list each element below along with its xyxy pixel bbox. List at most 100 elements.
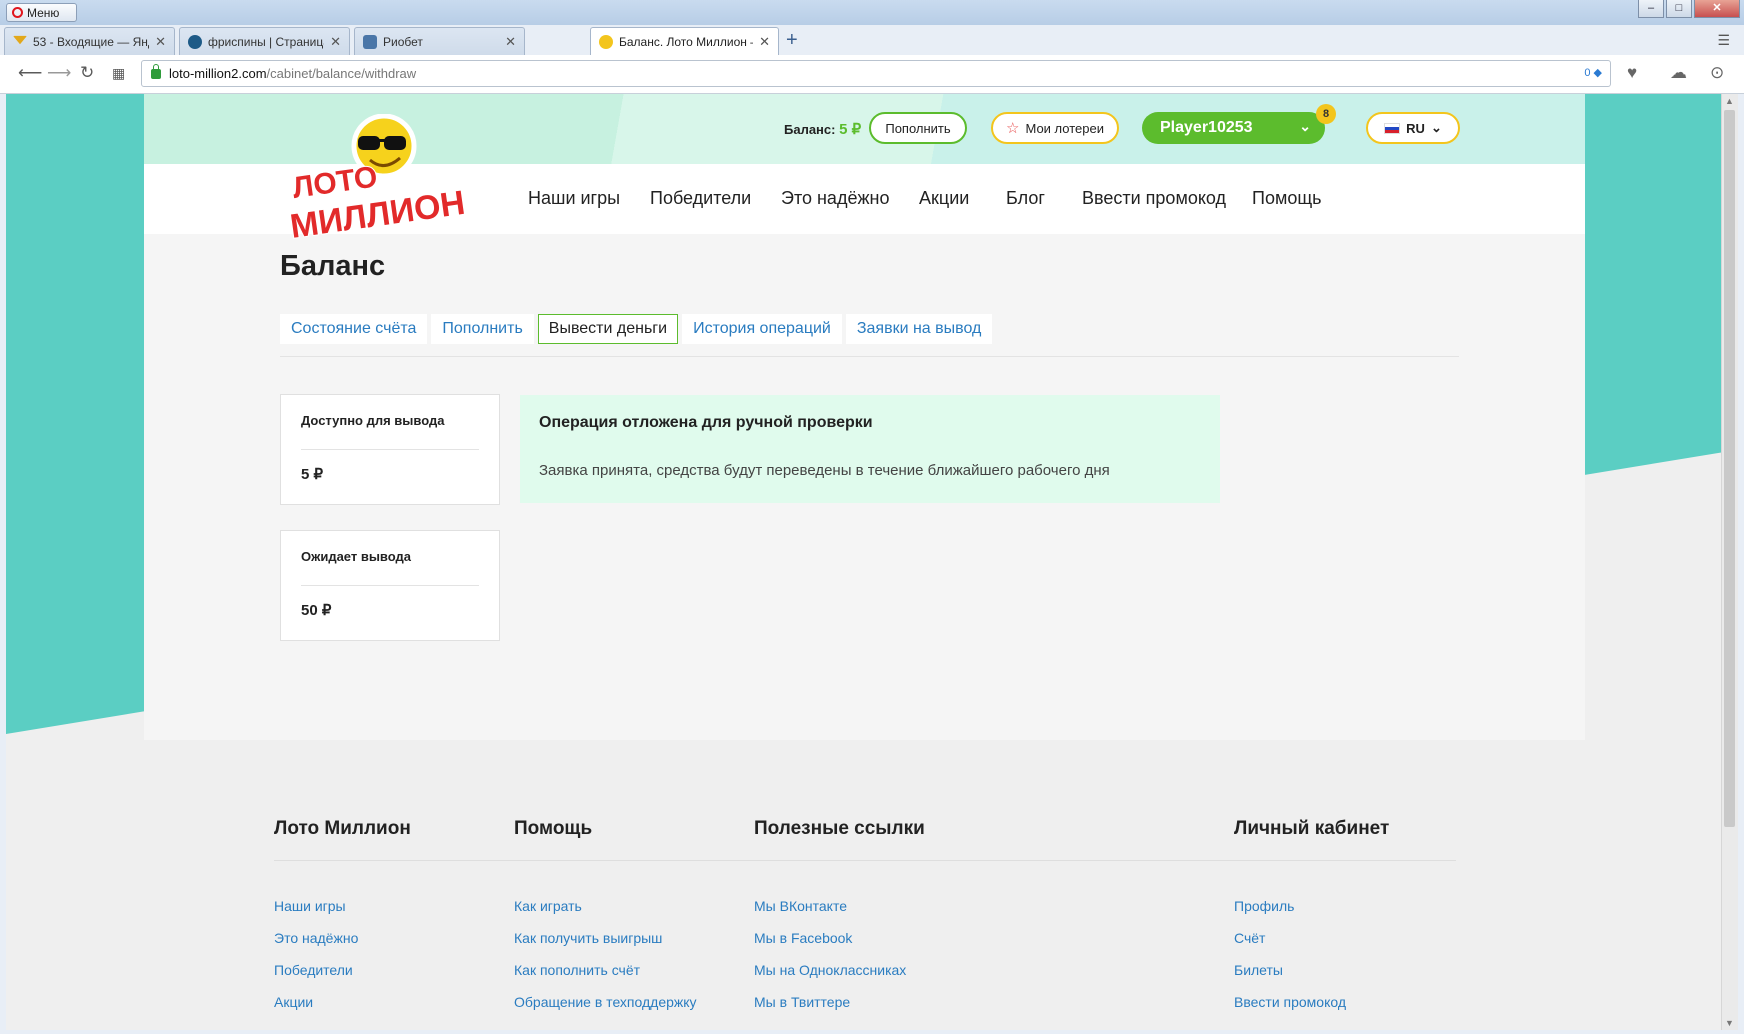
footer-heading: Помощь [514,818,593,839]
url-domain: loto-million2.com [169,66,267,81]
tab-withdraw[interactable]: Вывести деньги [537,314,679,344]
footer-link[interactable]: Профиль [1234,898,1294,914]
notification-badge[interactable]: 8 [1316,104,1336,124]
nav-winners[interactable]: Победители [650,188,751,209]
close-icon[interactable]: ✕ [1694,0,1740,18]
site-favicon-icon [188,34,202,49]
my-lotteries-label: Мои лотереи [1025,120,1104,136]
footer-link[interactable]: Как получить выигрыш [514,930,662,946]
adblock-badge[interactable]: 0 ◆ [1584,66,1602,79]
download-icon[interactable]: ⊙ [1710,63,1724,83]
tab-menu-icon[interactable]: ☰ [1717,32,1730,49]
menu-label: Меню [27,5,60,20]
footer-heading: Личный кабинет [1234,818,1390,839]
maximize-icon[interactable]: □ [1666,0,1692,18]
reload-icon[interactable]: ↻ [80,63,94,83]
card-value: 5 ₽ [301,466,324,483]
notice-text: Заявка принята, средства будут переведен… [539,462,1110,479]
footer-link[interactable]: Ввести промокод [1234,994,1346,1010]
address-bar[interactable]: loto-million2.com/cabinet/balance/withdr… [141,60,1611,87]
balance-label: Баланс: [784,122,836,137]
heart-icon[interactable]: ♥ [1627,63,1637,83]
card-value: 50 ₽ [301,602,332,619]
opera-logo-icon [12,7,23,18]
lock-icon [151,63,161,79]
footer-link[interactable]: Как пополнить счёт [514,962,640,978]
nav-help[interactable]: Помощь [1252,188,1322,209]
speed-dial-icon[interactable]: ▦ [112,65,125,82]
nav-our-games[interactable]: Наши игры [528,188,620,209]
language-label: RU [1406,120,1425,136]
minimize-icon[interactable]: – [1638,0,1664,18]
tab-loto-million[interactable]: Баланс. Лото Миллион — ✕ [590,27,779,55]
url-path: /cabinet/balance/withdraw [266,66,417,81]
tab-title: 53 - Входящие — Яндекс.Почта [33,34,149,49]
chevron-down-icon: ⌄ [1430,120,1442,135]
new-tab-button[interactable]: + [786,30,798,50]
player-menu-button[interactable]: Player10253 ⌄ [1142,112,1325,144]
topup-button[interactable]: Пополнить [869,112,967,144]
footer-link[interactable]: Это надёжно [274,930,358,946]
footer-link[interactable]: Мы ВКонтакте [754,898,847,914]
scroll-down-icon[interactable]: ▼ [1725,1018,1734,1028]
balance-tabs: Состояние счёта Пополнить Вывести деньги… [280,314,993,344]
tab-title: Риобет [383,34,423,49]
tab-close-icon[interactable]: ✕ [155,34,166,50]
card-divider [301,585,479,586]
language-selector[interactable]: RU ⌄ [1366,112,1460,144]
footer-link[interactable]: Мы в Твиттере [754,994,850,1010]
tab-history[interactable]: История операций [682,314,842,344]
vpn-icon[interactable]: ☁ [1670,63,1687,83]
card-label: Доступно для вывода [301,413,445,428]
tab-topup[interactable]: Пополнить [431,314,534,344]
nav-blog[interactable]: Блог [1006,188,1045,209]
tab-freespins[interactable]: фриспины | Страница 34 ✕ [179,27,350,55]
window-controls: – □ ✕ [1638,0,1740,18]
page-title: Баланс [280,250,386,282]
forward-icon[interactable]: ⟶ [47,63,71,83]
tab-close-icon[interactable]: ✕ [330,34,341,50]
footer-link[interactable]: Обращение в техподдержку [514,994,697,1010]
site-logo[interactable]: ЛОТО МИЛЛИОН [284,113,474,254]
divider [280,356,1459,357]
footer-link[interactable]: Счёт [1234,930,1265,946]
scroll-up-icon[interactable]: ▲ [1725,96,1734,106]
nav-reliable[interactable]: Это надёжно [781,188,889,209]
vertical-scrollbar[interactable]: ▲ ▼ [1721,94,1738,1030]
tab-account-status[interactable]: Состояние счёта [280,314,428,344]
adblock-count: 0 [1584,67,1591,79]
footer-link[interactable]: Победители [274,962,353,978]
footer-heading-cabinet: Личный кабинет [1234,818,1389,840]
tab-yandex-mail[interactable]: 53 - Входящие — Яндекс.Почта ✕ [4,27,175,55]
browser-toolbar: ⟵ ⟶ ↻ ▦ loto-million2.com/cabinet/balanc… [0,55,1744,94]
page-viewport: ЛОТО МИЛЛИОН Баланс: 5 ₽ Пополнить ☆ Мои… [6,94,1722,1030]
my-lotteries-button[interactable]: ☆ Мои лотереи [991,112,1119,144]
back-icon[interactable]: ⟵ [18,63,42,83]
opera-menu-button[interactable]: Меню [6,3,77,22]
scroll-thumb[interactable] [1724,110,1735,827]
nav-promotions[interactable]: Акции [919,188,969,209]
tab-title: фриспины | Страница 34 [208,34,324,49]
nav-promo-code[interactable]: Ввести промокод [1082,188,1226,209]
balance-display: Баланс: 5 ₽ [784,120,861,138]
pending-card: Ожидает вывода 50 ₽ [280,530,500,641]
chevron-down-icon: ⌄ [1299,118,1311,134]
tab-close-icon[interactable]: ✕ [505,34,516,50]
footer-heading-loto: Лото Миллион [274,818,411,840]
tab-withdraw-requests[interactable]: Заявки на вывод [845,314,993,344]
footer-link[interactable]: Акции [274,994,313,1010]
footer-divider [274,860,1456,861]
footer-link[interactable]: Наши игры [274,898,346,914]
available-card: Доступно для вывода 5 ₽ [280,394,500,505]
footer-link[interactable]: Мы в Facebook [754,930,852,946]
loto-favicon-icon [599,34,613,49]
footer-link[interactable]: Мы на Одноклассниках [754,962,906,978]
star-icon: ☆ [1006,120,1020,137]
tab-close-icon[interactable]: ✕ [759,34,770,50]
vk-icon [363,34,377,49]
footer-link[interactable]: Как играть [514,898,582,914]
tab-riobet[interactable]: Риобет ✕ [354,27,525,55]
player-name: Player10253 [1160,119,1253,136]
footer-link[interactable]: Билеты [1234,962,1283,978]
footer-heading: Лото Миллион [274,818,411,839]
